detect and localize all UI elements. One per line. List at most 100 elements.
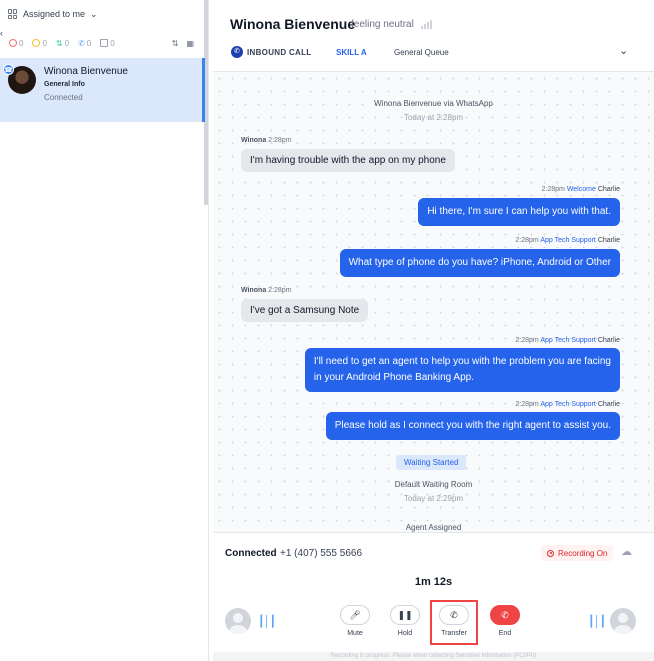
assignment-filter[interactable]: Assigned to me ⌄ <box>0 0 208 28</box>
message-meta: 2:28pm Welcome Charlie <box>542 186 621 193</box>
count-calls[interactable]: ✆ 0 <box>78 39 91 48</box>
agent-name: Charlie <box>597 401 620 408</box>
hold-button[interactable]: ❚❚ <box>390 605 420 625</box>
message-time: 2:28pm <box>515 337 539 344</box>
microphone-icon: 🎤︎ <box>349 610 361 620</box>
mute-label: Mute <box>347 630 363 637</box>
mute-control: 🎤︎ Mute <box>335 605 375 637</box>
record-icon <box>547 549 554 557</box>
message-meta: Winona 2:28pm <box>241 287 292 294</box>
message-icon <box>100 39 109 47</box>
agent-message-line: in your Android Phone Banking App. <box>313 372 475 383</box>
call-type: INBOUND CALL <box>247 48 312 57</box>
waiting-time: Today at 2:29pm <box>403 494 464 503</box>
team-name: Welcome <box>566 186 596 193</box>
message-time: 2:28pm <box>268 287 292 294</box>
chevron-down-icon[interactable]: ⌄ <box>619 44 628 57</box>
count-transfer[interactable]: ⇅ 0 <box>56 39 69 48</box>
count-waiting-value: 0 <box>42 38 47 48</box>
end-call-button[interactable]: ✆ <box>490 605 520 625</box>
message-time: 2:28pm <box>515 401 539 408</box>
message-meta: 2:28pm App Tech Support Charlie <box>515 237 620 244</box>
phone-icon: ✆ <box>78 38 85 48</box>
customer-message: I've got a Samsung Note <box>241 299 369 322</box>
sentiment-bars-icon <box>421 19 432 29</box>
caller-phone: +1 (407) 555 5666 <box>280 548 363 559</box>
clock-icon <box>32 39 41 47</box>
customer-name: Winona Bienvenue <box>230 16 356 32</box>
mute-button[interactable]: 🎤︎ <box>340 605 370 625</box>
count-messages-value: 0 <box>110 38 115 48</box>
message-meta: Winona 2:28pm <box>241 137 292 144</box>
pause-icon: ❚❚ <box>397 610 413 620</box>
message-time: 2:28pm <box>268 137 292 144</box>
call-status: Connected <box>225 548 277 559</box>
chevron-down-icon: ⌄ <box>90 8 98 19</box>
sender-name: Winona <box>241 287 267 294</box>
transfer-highlight <box>430 600 478 645</box>
customer-avatar <box>610 608 636 634</box>
count-transfer-value: 0 <box>64 38 70 48</box>
count-waiting[interactable]: 0 <box>32 38 47 48</box>
alert-icon <box>9 39 17 47</box>
conversation-subtitle: General Info <box>44 81 85 88</box>
inbound-call-icon: ✆ <box>231 46 243 58</box>
count-urgent[interactable]: 0 <box>9 39 23 48</box>
agent-name: Charlie <box>597 186 620 193</box>
recording-indicator[interactable]: Recording On <box>541 545 614 561</box>
agent-assigned: Agent Assigned <box>405 523 462 532</box>
transfer-icon: ⇅ <box>55 38 63 48</box>
conversation-name: Winona Bienvenue <box>44 66 128 77</box>
end-control: ✆ End <box>485 605 525 637</box>
count-calls-value: 0 <box>86 38 92 48</box>
status-counts: 0 0 ⇅ 0 ✆ 0 0 ⇅ ▦ <box>0 28 208 58</box>
message-meta: 2:28pm App Tech Support Charlie <box>515 337 620 344</box>
message-time: 2:28pm <box>541 186 565 193</box>
recording-label: Recording On <box>558 548 608 558</box>
sentiment-label: feeling neutral <box>351 19 414 30</box>
skill-tag[interactable]: SKILL A <box>336 48 367 57</box>
hold-label: Hold <box>397 630 413 637</box>
hang-up-icon: ✆ <box>501 610 509 620</box>
channel-source: Winona Bienvenue via WhatsApp <box>374 99 493 108</box>
message-time: 2:28pm <box>515 237 539 244</box>
agent-message: What type of phone do you have? iPhone, … <box>339 249 620 277</box>
agent-message: I'll need to get an agent to help you wi… <box>304 348 620 392</box>
sender-name: Winona <box>241 137 267 144</box>
chat-transcript[interactable]: Winona Bienvenue via WhatsApp Today at 2… <box>213 72 654 532</box>
collapse-sidebar-icon[interactable]: ‹ <box>0 28 3 38</box>
whatsapp-icon: ☎ <box>3 64 14 75</box>
conversation-status: Connected <box>44 93 83 102</box>
agent-message: Please hold as I connect you with the ri… <box>325 412 620 440</box>
conversation-panel: Winona Bienvenue feeling neutral ✆ INBOU… <box>213 0 654 661</box>
sort-icon[interactable]: ⇅ <box>172 39 179 48</box>
count-messages[interactable]: 0 <box>100 38 115 48</box>
team-name: App Tech Support <box>540 237 596 244</box>
assignment-filter-label: Assigned to me <box>23 9 86 19</box>
app: Assigned to me ⌄ ‹ 0 0 ⇅ 0 ✆ 0 0 ⇅ ▦ ☎ Win… <box>0 0 654 661</box>
recording-notice: Recording in progress. Please when colle… <box>213 652 654 661</box>
agent-avatar <box>225 608 251 634</box>
waiting-room: Default Waiting Room <box>394 480 473 489</box>
team-name: App Tech Support <box>540 401 596 408</box>
conversation-item[interactable]: ☎ Winona Bienvenue General Info Connecte… <box>0 58 205 122</box>
count-urgent-value: 0 <box>19 38 24 48</box>
audio-wave-icon: ┃│┃ <box>258 616 276 628</box>
call-panel: Connected +1 (407) 555 5666 Recording On… <box>213 532 654 661</box>
agent-message: Hi there, I'm sure I can help you with t… <box>418 198 620 226</box>
message-meta: 2:28pm App Tech Support Charlie <box>515 401 620 408</box>
agent-name: Charlie <box>597 337 620 344</box>
cloud-icon[interactable]: ☁ <box>621 545 632 558</box>
agent-message-line: I'll need to get an agent to help you wi… <box>313 356 611 367</box>
layout-icon[interactable]: ▦ <box>186 39 194 48</box>
queue-name: General Queue <box>394 48 449 57</box>
team-name: App Tech Support <box>540 337 596 344</box>
end-label: End <box>498 630 512 637</box>
waiting-started-badge: Waiting Started <box>396 455 467 470</box>
call-timer: 1m 12s <box>414 576 453 588</box>
conversation-header: Winona Bienvenue feeling neutral ✆ INBOU… <box>213 0 654 72</box>
conversation-sidebar: Assigned to me ⌄ ‹ 0 0 ⇅ 0 ✆ 0 0 ⇅ ▦ ☎ Win… <box>0 0 209 661</box>
hold-control: ❚❚ Hold <box>385 605 425 637</box>
audio-wave-icon: ┃│┃ <box>588 616 606 628</box>
grid-icon <box>8 9 18 19</box>
